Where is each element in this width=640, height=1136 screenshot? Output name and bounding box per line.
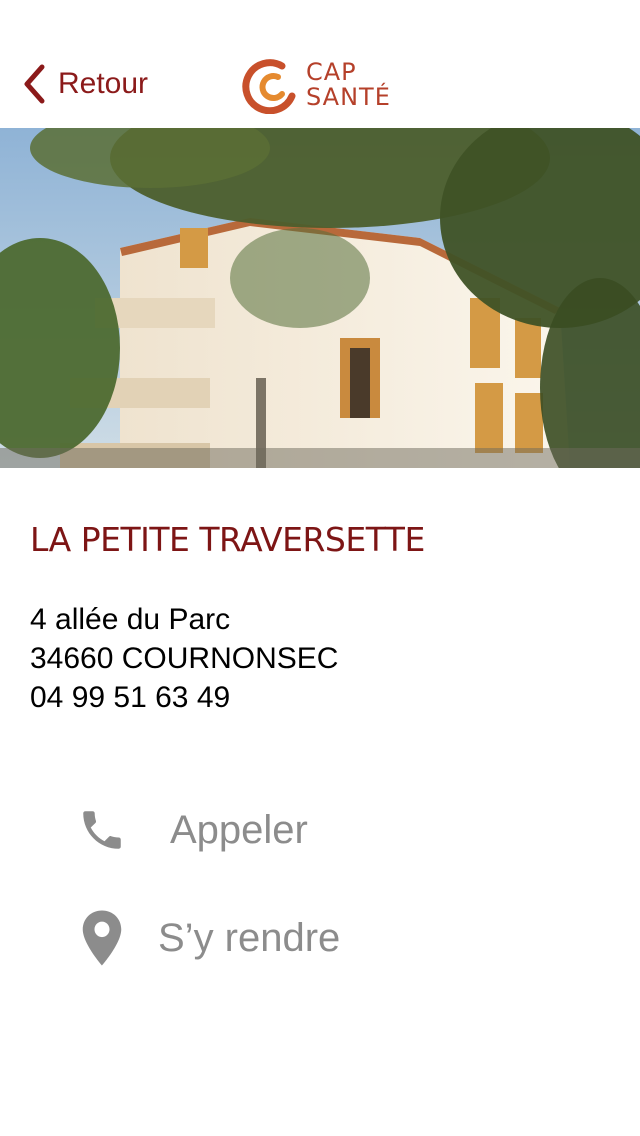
logo-line-2: SANTÉ <box>306 83 391 111</box>
back-label: Retour <box>58 67 149 100</box>
building-photo <box>0 128 640 468</box>
logo-line-1: CAP <box>306 58 357 86</box>
directions-button[interactable]: S’y rendre <box>74 908 340 968</box>
directions-label: S’y rendre <box>158 915 341 960</box>
logo-text: CAP SANTÉ <box>306 60 391 110</box>
call-button[interactable]: Appeler <box>74 800 308 860</box>
phone-icon <box>74 800 130 860</box>
phone-number: 04 99 51 63 49 <box>30 681 231 714</box>
call-label: Appeler <box>170 807 308 852</box>
logo-swirl-icon <box>242 59 296 115</box>
map-pin-icon <box>74 908 130 968</box>
address-street: 4 allée du Parc <box>30 603 231 636</box>
place-title: LA PETITE TRAVERSETTE <box>30 520 425 559</box>
address-block: 4 allée du Parc 34660 COURNONSEC 04 99 5… <box>30 600 338 717</box>
address-city: 34660 COURNONSEC <box>30 642 339 675</box>
back-button[interactable]: Retour <box>22 62 148 106</box>
navigation-bar: Retour CAP SANTÉ <box>0 0 640 128</box>
cap-sante-logo: CAP SANTÉ <box>242 58 402 115</box>
chevron-left-icon <box>22 64 46 104</box>
